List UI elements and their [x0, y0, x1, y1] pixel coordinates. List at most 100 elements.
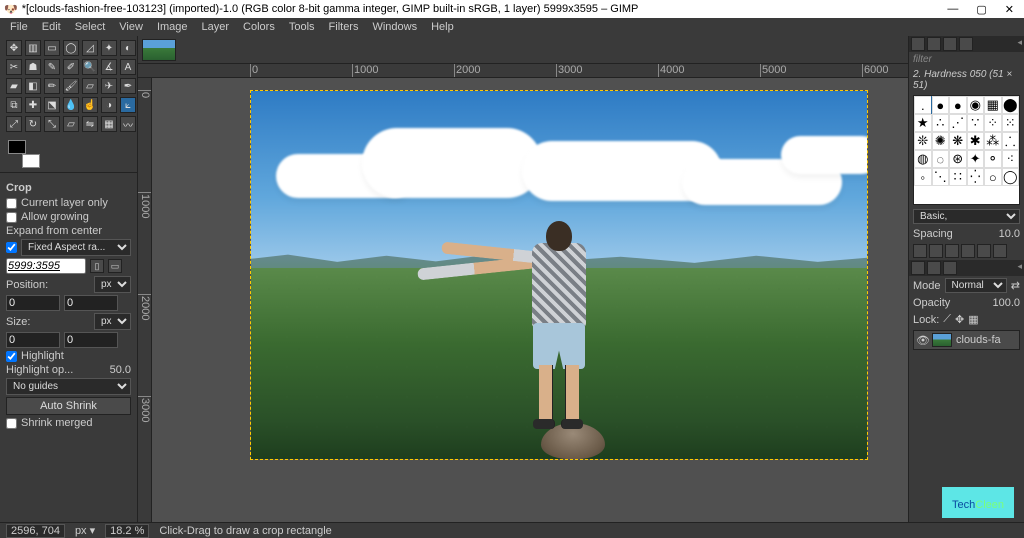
- brush-cell[interactable]: ∵: [967, 114, 985, 132]
- tool-paths[interactable]: ✎: [44, 59, 60, 75]
- minimize-button[interactable]: —: [947, 3, 958, 16]
- brush-cell[interactable]: ⁛: [967, 168, 985, 186]
- brush-cell[interactable]: ❋: [949, 132, 967, 150]
- image-tab[interactable]: [142, 39, 176, 61]
- opt-size-unit[interactable]: px: [94, 313, 131, 330]
- maximize-button[interactable]: ▢: [976, 3, 986, 16]
- brush-cell[interactable]: ⸫: [1002, 132, 1020, 150]
- layer-row[interactable]: 👁 clouds-fa: [913, 330, 1020, 350]
- brush-edit-icon[interactable]: [913, 244, 927, 258]
- tool-flip[interactable]: ⇋: [82, 116, 98, 132]
- brush-cell[interactable]: .: [914, 96, 932, 114]
- ruler-horizontal[interactable]: 0 1000 2000 3000 4000 5000 6000: [138, 64, 908, 78]
- opt-allow-growing[interactable]: [6, 212, 17, 223]
- menu-file[interactable]: File: [4, 20, 34, 34]
- layer-mode-select[interactable]: Normal: [945, 278, 1007, 293]
- opt-current-layer-only[interactable]: [6, 198, 17, 209]
- tool-ink[interactable]: ✒: [120, 78, 136, 94]
- opt-size-h[interactable]: [64, 332, 118, 348]
- brush-cell[interactable]: ✦: [967, 150, 985, 168]
- status-zoom[interactable]: 18.2 %: [105, 524, 149, 538]
- tab-brushes-icon[interactable]: [911, 37, 925, 51]
- brush-cell[interactable]: ∴: [932, 114, 950, 132]
- tool-paintbrush[interactable]: 🖌: [63, 78, 79, 94]
- tool-text[interactable]: A: [120, 59, 136, 75]
- opt-pos-y[interactable]: [64, 295, 118, 311]
- brush-cell[interactable]: ⁖: [1002, 150, 1020, 168]
- opt-aspect-value[interactable]: [6, 258, 86, 274]
- tool-color-picker[interactable]: ✐: [63, 59, 79, 75]
- brush-cell[interactable]: ★: [914, 114, 932, 132]
- brush-cell[interactable]: ◍: [914, 150, 932, 168]
- brush-cell[interactable]: ⁘: [984, 114, 1002, 132]
- tool-heal[interactable]: ✚: [25, 97, 41, 113]
- brush-cell[interactable]: ●: [949, 96, 967, 114]
- opt-size-w[interactable]: [6, 332, 60, 348]
- brush-cell[interactable]: ◌: [932, 150, 950, 168]
- brush-cell[interactable]: ✱: [967, 132, 985, 150]
- menu-select[interactable]: Select: [69, 20, 112, 34]
- tab-channels-icon[interactable]: [927, 261, 941, 275]
- panel-menu-icon[interactable]: ◂: [1017, 37, 1022, 51]
- brush-new-icon[interactable]: [929, 244, 943, 258]
- tool-airbrush[interactable]: ✈: [101, 78, 117, 94]
- menu-help[interactable]: Help: [425, 20, 460, 34]
- tab-paths-icon[interactable]: [943, 261, 957, 275]
- brush-cell[interactable]: ⋱: [932, 168, 950, 186]
- brush-cell[interactable]: ⬤: [1002, 96, 1020, 114]
- tool-cage[interactable]: ▦: [101, 116, 117, 132]
- tool-dodge[interactable]: ◑: [101, 97, 117, 113]
- menu-windows[interactable]: Windows: [366, 20, 423, 34]
- brush-cell[interactable]: ⁙: [1002, 114, 1020, 132]
- brush-delete-icon[interactable]: [961, 244, 975, 258]
- tool-scissors[interactable]: ✂: [6, 59, 22, 75]
- bg-color-swatch[interactable]: [22, 154, 40, 168]
- tool-fuzzy-select[interactable]: ✦: [101, 40, 117, 56]
- panel-menu-icon[interactable]: ◂: [1017, 261, 1022, 275]
- opt-pos-x[interactable]: [6, 295, 60, 311]
- menu-tools[interactable]: Tools: [283, 20, 321, 34]
- opt-position-unit[interactable]: px: [94, 276, 131, 293]
- canvas-area[interactable]: [152, 78, 908, 522]
- orientation-portrait-icon[interactable]: ▯: [90, 259, 104, 273]
- opt-highlight[interactable]: [6, 351, 17, 362]
- fg-bg-colors[interactable]: [8, 140, 40, 168]
- menu-colors[interactable]: Colors: [237, 20, 281, 34]
- close-button[interactable]: ✕: [1005, 3, 1014, 16]
- tool-move[interactable]: ✥: [6, 40, 22, 56]
- tab-history-icon[interactable]: [959, 37, 973, 51]
- mode-switch-icon[interactable]: ⇄: [1011, 279, 1020, 292]
- menu-edit[interactable]: Edit: [36, 20, 67, 34]
- layer-visibility-icon[interactable]: 👁: [916, 334, 928, 347]
- canvas-image[interactable]: [250, 90, 868, 460]
- tool-unified-transform[interactable]: ⤢: [6, 116, 22, 132]
- menu-layer[interactable]: Layer: [196, 20, 236, 34]
- tool-measure[interactable]: ∡: [101, 59, 117, 75]
- layer-name[interactable]: clouds-fa: [956, 334, 1001, 346]
- menu-image[interactable]: Image: [151, 20, 194, 34]
- tool-gradient[interactable]: ◧: [25, 78, 41, 94]
- brush-filter-input[interactable]: filter: [909, 52, 1024, 67]
- brush-cell[interactable]: ◉: [967, 96, 985, 114]
- ruler-vertical[interactable]: 0 1000 2000 3000: [138, 78, 152, 522]
- tool-bucket[interactable]: ▰: [6, 78, 22, 94]
- brush-cell[interactable]: ◯: [1002, 168, 1020, 186]
- brush-cell[interactable]: ○: [984, 168, 1002, 186]
- tool-foreground[interactable]: ☗: [25, 59, 41, 75]
- tab-fonts-icon[interactable]: [943, 37, 957, 51]
- brush-cell[interactable]: ❊: [914, 132, 932, 150]
- menu-filters[interactable]: Filters: [323, 20, 365, 34]
- tool-align[interactable]: ▥: [25, 40, 41, 56]
- brush-duplicate-icon[interactable]: [945, 244, 959, 258]
- tool-warp[interactable]: 〰: [120, 116, 136, 132]
- opt-auto-shrink[interactable]: Auto Shrink: [6, 397, 131, 415]
- tool-shear[interactable]: ▱: [63, 116, 79, 132]
- fg-color-swatch[interactable]: [8, 140, 26, 154]
- tool-ellipse-select[interactable]: ◯: [63, 40, 79, 56]
- brush-cell[interactable]: ∷: [949, 168, 967, 186]
- brush-open-icon[interactable]: [993, 244, 1007, 258]
- lock-position-icon[interactable]: ✥: [955, 313, 964, 326]
- tool-blur[interactable]: 💧: [63, 97, 79, 113]
- opt-guides[interactable]: No guides: [6, 378, 131, 395]
- tool-by-color[interactable]: ◐: [120, 40, 136, 56]
